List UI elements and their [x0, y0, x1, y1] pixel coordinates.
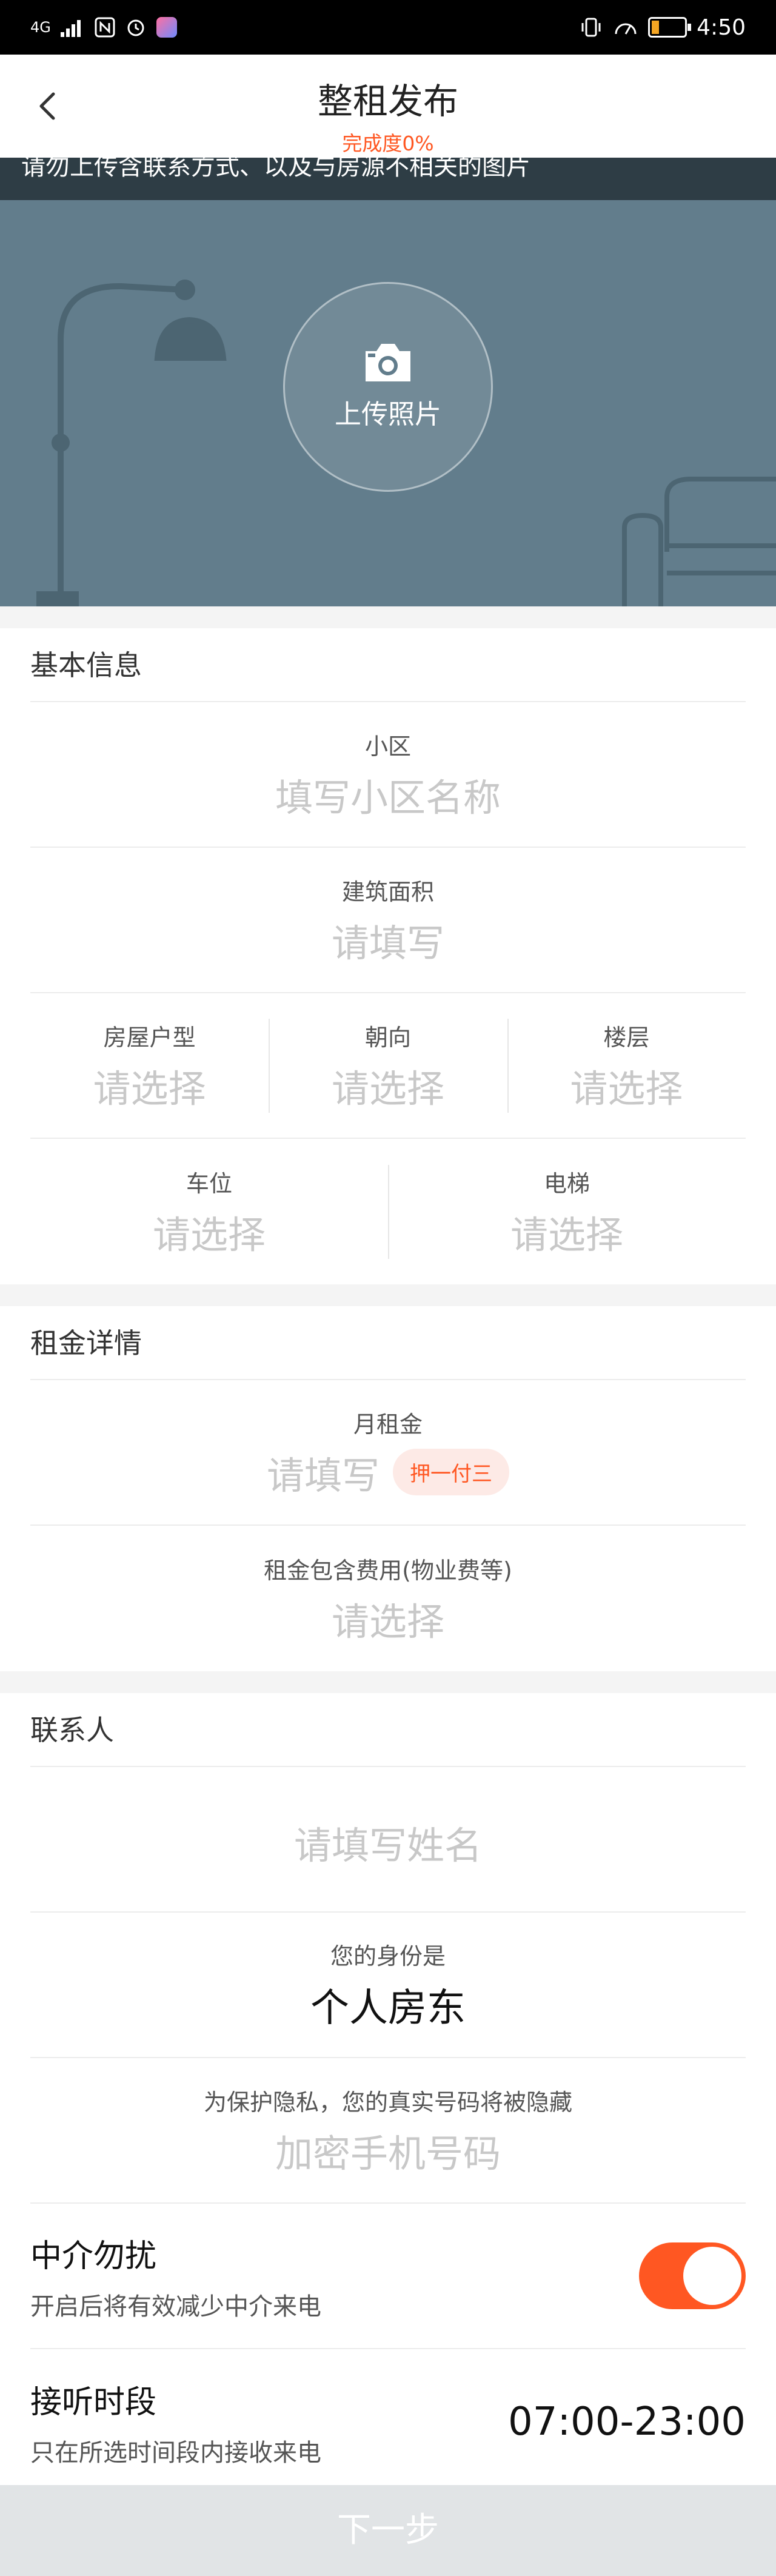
name-input[interactable]: 请填写姓名: [30, 1815, 746, 1870]
battery-icon: [648, 17, 692, 38]
page-title: 整租发布: [317, 81, 458, 122]
identity-field[interactable]: 您的身份是 个人房东: [30, 1913, 746, 2058]
next-step-button[interactable]: 下一步: [0, 2485, 776, 2576]
toggle-knob: [683, 2247, 741, 2305]
upload-notice: 请勿上传含联系方式、以及与房源不相关的图片: [0, 158, 776, 200]
field-label: 为保护隐私，您的真实号码将被隐藏: [203, 2088, 572, 2116]
parking-select[interactable]: 车位 请选择: [30, 1165, 388, 1259]
monthly-rent-input[interactable]: 请填写: [267, 1445, 380, 1500]
upload-photo-button[interactable]: 上传照片: [283, 282, 493, 492]
field-label: 房屋户型: [103, 1024, 196, 1051]
upload-photo-label: 上传照片: [335, 399, 441, 430]
included-fees-field[interactable]: 租金包含费用(物业费等) 请选择: [30, 1526, 746, 1671]
field-value: 请选择: [331, 1066, 444, 1111]
field-label: 租金包含费用(物业费等): [264, 1557, 512, 1584]
network-label: 4G: [30, 19, 51, 36]
status-bar: 4G 4:50: [0, 0, 776, 55]
back-icon[interactable]: [30, 88, 67, 124]
field-label: 月租金: [353, 1410, 423, 1438]
contact-section: 联系人 请填写姓名 您的身份是 个人房东 为保护隐私，您的真实号码将被隐藏 加密…: [0, 1693, 776, 2495]
answer-hours-value[interactable]: 07:00-23:00: [508, 2400, 746, 2444]
area-field[interactable]: 建筑面积 请填写: [30, 848, 746, 993]
layout-select[interactable]: 房屋户型 请选择: [30, 1019, 269, 1113]
photo-banner: 请勿上传含联系方式、以及与房源不相关的图片 上传照片: [0, 158, 776, 606]
elevator-select[interactable]: 电梯 请选择: [388, 1164, 746, 1259]
area-input[interactable]: 请填写: [30, 913, 746, 967]
alarm-icon: [127, 19, 144, 36]
clock-time: 4:50: [697, 15, 746, 40]
no-agent-row: 中介勿扰 开启后将有效减少中介来电: [30, 2204, 746, 2349]
section-title: 联系人: [30, 1693, 746, 1767]
floor-select[interactable]: 楼层 请选择: [507, 1018, 746, 1113]
answer-hours-title: 接听时段: [30, 2384, 157, 2421]
community-field[interactable]: 小区 填写小区名称: [30, 702, 746, 848]
app-notification-icon: [156, 17, 177, 38]
signal-icon: [60, 20, 81, 37]
encrypted-phone-input[interactable]: 加密手机号码: [30, 2123, 746, 2178]
field-value: 请选择: [93, 1066, 206, 1111]
field-label: 楼层: [603, 1024, 650, 1051]
contact-name-field[interactable]: 请填写姓名: [30, 1767, 746, 1913]
nfc-icon: [95, 17, 115, 38]
camera-icon: [366, 344, 410, 381]
basic-info-section: 基本信息 小区 填写小区名称 建筑面积 请填写 房屋户型 请选择 朝向 请选择 …: [0, 628, 776, 1284]
payment-terms-badge[interactable]: 押一付三: [393, 1449, 509, 1495]
rent-details-section: 租金详情 月租金 请填写 押一付三 租金包含费用(物业费等) 请选择: [0, 1306, 776, 1671]
field-value: 请选择: [152, 1212, 266, 1257]
phone-field[interactable]: 为保护隐私，您的真实号码将被隐藏 加密手机号码: [30, 2058, 746, 2204]
parking-elevator-row: 车位 请选择 电梯 请选择: [30, 1139, 746, 1284]
no-agent-title: 中介勿扰: [30, 2238, 157, 2275]
field-value: 请选择: [510, 1212, 623, 1257]
navigation-bar: 整租发布 完成度0%: [0, 55, 776, 158]
sofa-illustration: [622, 477, 776, 606]
field-label: 建筑面积: [341, 878, 434, 905]
field-label: 您的身份是: [330, 1942, 446, 1970]
community-input[interactable]: 填写小区名称: [30, 767, 746, 822]
included-fees-select[interactable]: 请选择: [30, 1591, 746, 1646]
monthly-rent-field[interactable]: 月租金 请填写 押一付三: [30, 1380, 746, 1526]
field-label: 小区: [364, 733, 411, 760]
orientation-select[interactable]: 朝向 请选择: [269, 1018, 507, 1113]
identity-value[interactable]: 个人房东: [30, 1977, 746, 2033]
no-agent-toggle[interactable]: [639, 2242, 746, 2309]
field-label: 朝向: [364, 1024, 411, 1051]
layout-orientation-floor-row: 房屋户型 请选择 朝向 请选择 楼层 请选择: [30, 993, 746, 1139]
completion-progress: 完成度0%: [342, 132, 434, 155]
field-value: 请选择: [570, 1066, 683, 1111]
answer-hours-row[interactable]: 接听时段 只在所选时间段内接收来电 07:00-23:00: [30, 2349, 746, 2495]
answer-hours-desc: 只在所选时间段内接收来电: [30, 2438, 321, 2467]
no-agent-desc: 开启后将有效减少中介来电: [30, 2292, 321, 2321]
section-title: 基本信息: [30, 628, 746, 702]
vibrate-icon: [581, 18, 601, 37]
field-label: 电梯: [543, 1170, 590, 1197]
floor-lamp-illustration: [36, 280, 227, 606]
field-label: 车位: [186, 1170, 232, 1197]
speed-icon: [615, 23, 637, 35]
section-title: 租金详情: [30, 1306, 746, 1380]
